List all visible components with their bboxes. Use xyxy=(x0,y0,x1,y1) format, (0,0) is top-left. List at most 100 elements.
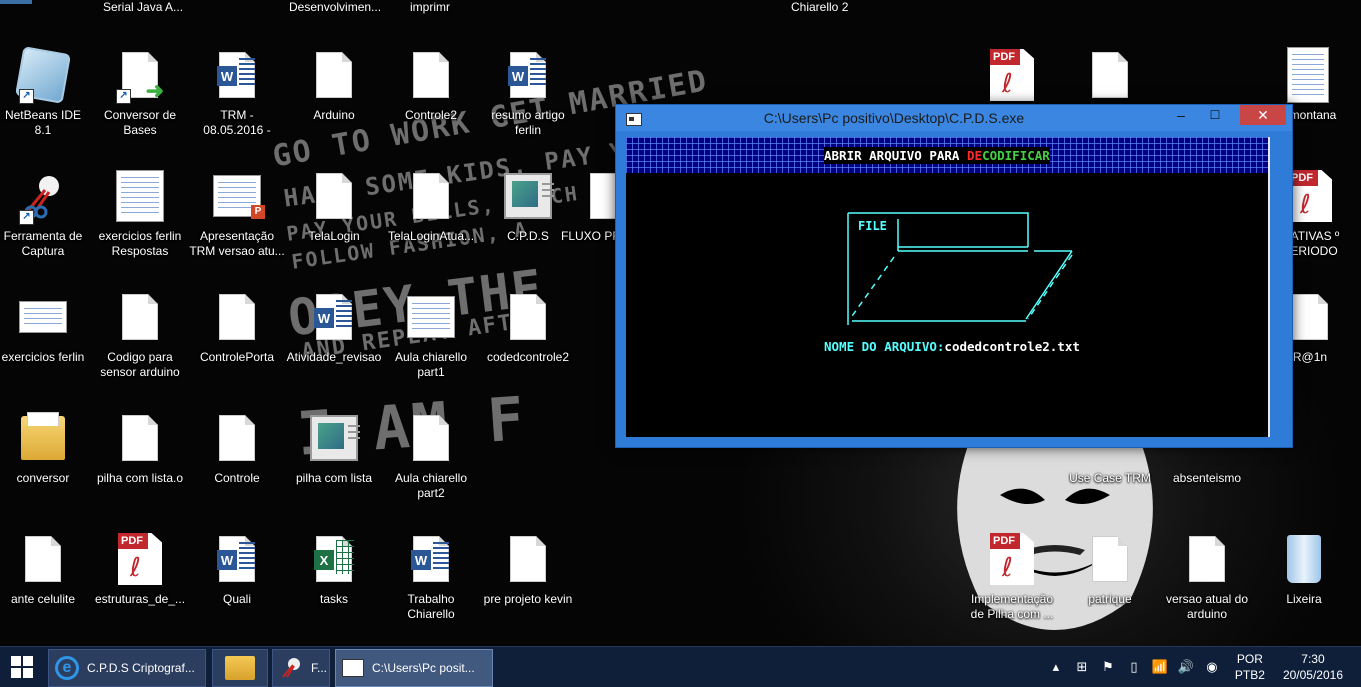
file-icon xyxy=(316,173,352,219)
show-hidden-icons-icon[interactable]: ▴ xyxy=(1047,659,1065,675)
taskbar-button-ie[interactable]: e C.P.D.S Criptograf... xyxy=(48,649,206,687)
desktop-icon[interactable]: conversor xyxy=(0,407,91,517)
selection-fragment xyxy=(0,0,32,4)
desktop-icon-label: resumo artigo ferlin xyxy=(491,108,565,137)
desktop-icon[interactable]: W TRM - 08.05.2016 - versão 5 pagi... xyxy=(189,44,285,154)
desktop-icon[interactable]: ControlePorta xyxy=(189,286,285,396)
desktop-icon-label: Controle2 xyxy=(404,108,458,122)
desktop-icon[interactable]: PDF ℓ estruturas_de_... xyxy=(92,528,188,638)
desktop-icon-label: TelaLoginAtua... xyxy=(387,229,475,243)
desktop-icon[interactable]: P Apresentação TRM versao atu... xyxy=(189,165,285,275)
minimize-button[interactable]: – xyxy=(1166,105,1196,125)
diagram-thumbnail-icon xyxy=(407,296,455,338)
desktop-icon[interactable]: exercicios ferlin xyxy=(0,286,91,396)
desktop-icon[interactable]: codedcontrole2 xyxy=(480,286,576,396)
file-icon xyxy=(1189,536,1225,582)
desktop-icon[interactable]: patrique xyxy=(1062,528,1158,638)
scroll-down-arrow-icon[interactable]: ▼ xyxy=(1268,423,1270,437)
desktop-icon[interactable]: Codigo para sensor arduino xyxy=(92,286,188,396)
vertical-scrollbar[interactable]: ▲ ▼ xyxy=(1268,137,1270,437)
desktop-icon[interactable]: pilha com lista.o xyxy=(92,407,188,517)
desktop-icon[interactable]: W Atividade_revisao xyxy=(286,286,382,396)
desktop-icon[interactable]: Aula chiarello part1 xyxy=(383,286,479,396)
desktop-icon-label: Atividade_revisao xyxy=(286,350,382,364)
desktop-icon[interactable]: Arduino xyxy=(286,44,382,154)
file-icon xyxy=(316,52,352,98)
desktop-icon[interactable]: ante celulite xyxy=(0,528,91,638)
green-arrow-icon: ➜ xyxy=(145,78,164,103)
scroll-up-arrow-icon[interactable]: ▲ xyxy=(1268,137,1270,151)
taskbar-button-label: C.P.D.S Criptograf... xyxy=(87,661,195,675)
desktop-icon[interactable]: ↗ Ferramenta de Captura xyxy=(0,165,91,275)
file-name-label: NOME DO ARQUIVO: xyxy=(824,339,945,354)
battery-icon[interactable]: ▯ xyxy=(1125,659,1143,675)
close-button[interactable]: ✕ xyxy=(1240,105,1286,125)
desktop-icon[interactable]: W resumo artigo ferlin xyxy=(480,44,576,154)
desktop-icon-label: patrique xyxy=(1088,592,1132,606)
console-output[interactable]: ABRIR ARQUIVO PARA DECODIFICAR FILE NOME… xyxy=(626,137,1270,437)
file-icon xyxy=(413,52,449,98)
taskbar-button-snipping[interactable]: F... xyxy=(272,649,330,687)
file-icon xyxy=(219,415,255,461)
desktop-icon-label: exercicios ferlin xyxy=(1,350,85,364)
network-signal-icon[interactable]: 📶 xyxy=(1151,659,1169,675)
desktop-icon-label: ante celulite xyxy=(10,592,76,606)
system-tray: ▴ ⊞ ⚑ ▯ 📶 🔊 ◉ POR PTB2 7:30 20/05/2016 xyxy=(1043,647,1361,687)
desktop-icon-label: Codigo para sensor arduino xyxy=(100,350,180,379)
file-icon xyxy=(122,294,158,340)
file-icon xyxy=(510,536,546,582)
clock[interactable]: 7:30 20/05/2016 xyxy=(1283,651,1343,683)
desktop-icon[interactable]: X tasks xyxy=(286,528,382,638)
desktop-icon[interactable]: Lixeira xyxy=(1256,528,1352,638)
desktop-icon[interactable]: Aula chiarello part2 xyxy=(383,407,479,517)
file-icon xyxy=(1292,294,1328,340)
clock-date: 20/05/2016 xyxy=(1282,668,1343,682)
window-title: C:\Users\Pc positivo\Desktop\C.P.D.S.exe xyxy=(763,110,1025,126)
file-explorer-icon xyxy=(225,656,255,680)
desktop-icon[interactable]: pre projeto kevin xyxy=(480,528,576,638)
windows-flag-icon[interactable]: ⊞ xyxy=(1073,659,1091,675)
pdf-icon: PDF ℓ xyxy=(118,533,162,585)
desktop-icon[interactable]: W Trabalho Chiarello xyxy=(383,528,479,638)
desktop-icon-label: pre projeto kevin xyxy=(483,592,573,606)
taskbar-button-explorer[interactable] xyxy=(212,649,268,687)
start-button[interactable] xyxy=(0,647,44,687)
desktop-icon-label: Lixeira xyxy=(1286,592,1322,606)
desktop-icon-label: Apresentação TRM versao atu... xyxy=(189,229,285,258)
file-name-line: NOME DO ARQUIVO:codedcontrole2.txt xyxy=(824,339,1080,354)
action-center-icon[interactable]: ⚑ xyxy=(1099,659,1117,675)
desktop-icon[interactable]: versao atual do arduino xyxy=(1159,528,1255,638)
desktop-icon[interactable]: ↗ NetBeans IDE 8.1 xyxy=(0,44,91,154)
desktop-icon[interactable]: exercicios ferlin Respostas xyxy=(92,165,188,275)
desktop-top-label[interactable]: Chiarello 2 xyxy=(791,0,848,14)
document-thumbnail-icon xyxy=(19,301,67,333)
title-bar[interactable]: C:\Users\Pc positivo\Desktop\C.P.D.S.exe… xyxy=(616,105,1292,131)
desktop-icon[interactable]: TelaLogin xyxy=(286,165,382,275)
desktop-icon-label: Use Case TRM xyxy=(1069,471,1151,485)
input-language[interactable]: POR PTB2 xyxy=(1235,651,1265,683)
status-globe-icon[interactable]: ◉ xyxy=(1203,659,1221,675)
desktop-icon[interactable]: TelaLoginAtua... xyxy=(383,165,479,275)
desktop-top-label[interactable]: Desenvolvimen... xyxy=(289,0,381,14)
desktop-icon-label: TRM - 08.05.2016 - versão 5 pagi... xyxy=(203,108,271,137)
file-icon xyxy=(510,294,546,340)
desktop-icon-label: Aula chiarello part2 xyxy=(394,471,468,500)
desktop-icon[interactable]: Controle xyxy=(189,407,285,517)
windows-logo-icon xyxy=(11,656,33,678)
desktop-top-label[interactable]: imprimr xyxy=(410,0,450,14)
recycle-bin-icon xyxy=(1287,535,1321,583)
taskbar-button-console[interactable]: C:\Users\Pc posit... xyxy=(335,649,493,687)
desktop-icon[interactable]: pilha com lista xyxy=(286,407,382,517)
maximize-button[interactable]: ☐ xyxy=(1200,105,1230,125)
desktop-top-label[interactable]: Serial Java A... xyxy=(103,0,183,14)
desktop-icon-label: Implementação de Pilha com ... xyxy=(970,592,1054,621)
desktop-icon[interactable]: Controle2 xyxy=(383,44,479,154)
desktop-icon[interactable]: ➜ ↗ Conversor de Bases xyxy=(92,44,188,154)
volume-icon[interactable]: 🔊 xyxy=(1177,659,1195,675)
console-window[interactable]: C:\Users\Pc positivo\Desktop\C.P.D.S.exe… xyxy=(615,104,1293,448)
desktop-icon[interactable]: W Quali xyxy=(189,528,285,638)
desktop-icon-label: NetBeans IDE 8.1 xyxy=(4,108,82,137)
keyboard-layout: PTB2 xyxy=(1234,668,1265,682)
desktop-icon[interactable]: PDF ℓ Implementação de Pilha com ... xyxy=(964,528,1060,638)
file-icon xyxy=(219,294,255,340)
